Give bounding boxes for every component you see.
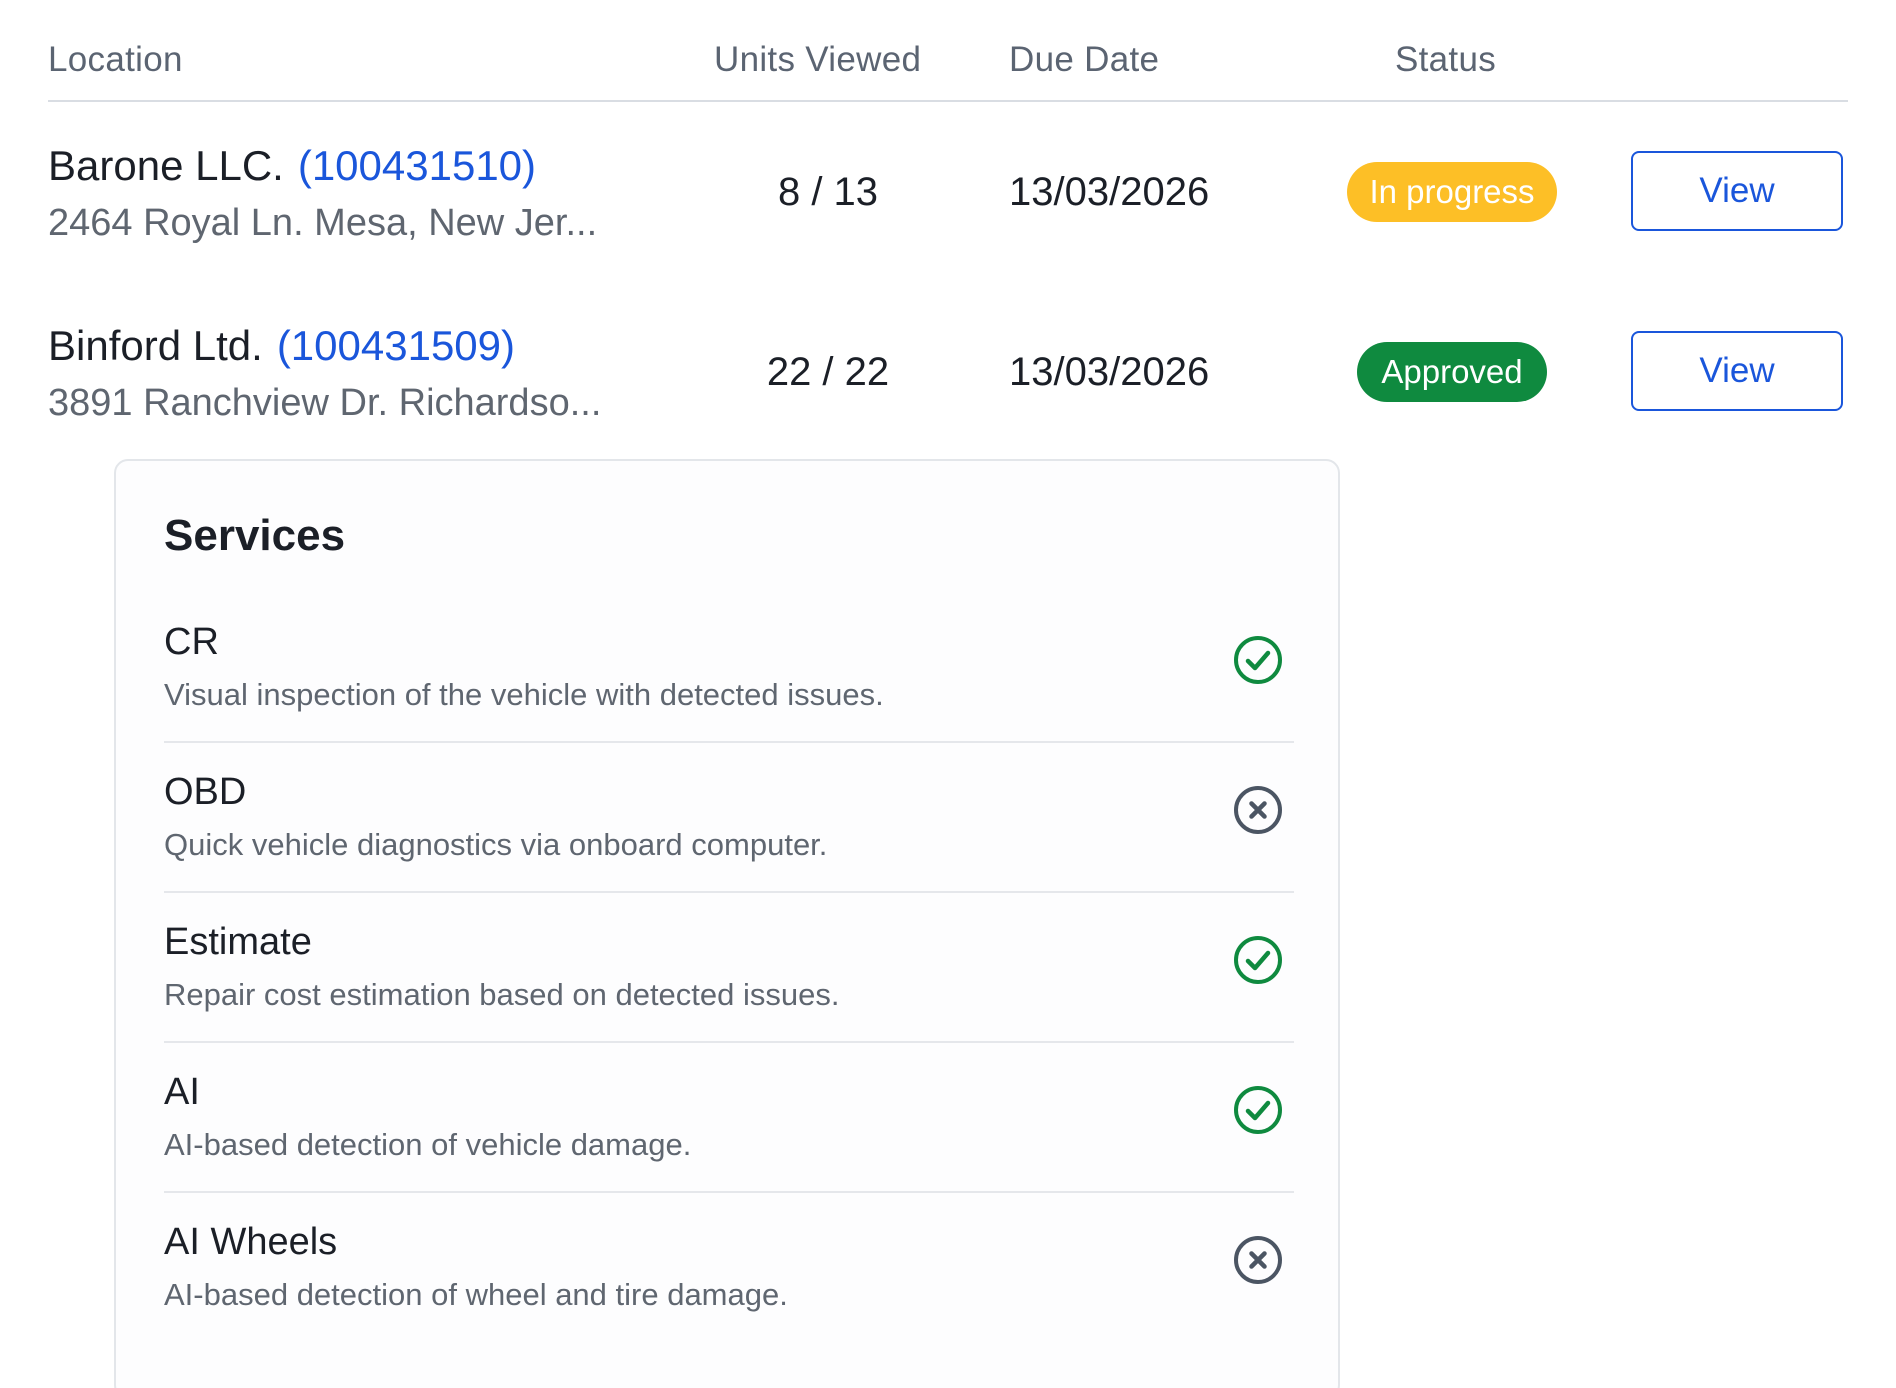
header-units-viewed: Units Viewed bbox=[714, 40, 922, 79]
x-circle-icon bbox=[1234, 786, 1282, 834]
location-title: Binford Ltd. bbox=[48, 322, 263, 369]
page: Location Units Viewed Due Date Status Ba… bbox=[0, 0, 1896, 1388]
location-name: Binford Ltd. (100431509) bbox=[48, 322, 515, 370]
header-status: Status bbox=[1395, 40, 1497, 79]
header-location: Location bbox=[48, 40, 183, 79]
location-address: 2464 Royal Ln. Mesa, New Jer... bbox=[48, 202, 598, 244]
service-item: CR Visual inspection of the vehicle with … bbox=[164, 591, 1294, 743]
service-name: AI Wheels bbox=[164, 1221, 338, 1263]
service-description: Repair cost estimation based on detected… bbox=[164, 977, 840, 1012]
x-circle-icon bbox=[1234, 1236, 1282, 1284]
service-description: AI-based detection of vehicle damage. bbox=[164, 1127, 692, 1162]
service-name: OBD bbox=[164, 771, 247, 813]
services-title: Services bbox=[164, 511, 346, 560]
check-circle-icon bbox=[1234, 936, 1282, 984]
view-button[interactable]: View bbox=[1631, 331, 1843, 411]
service-item: AI Wheels AI-based detection of wheel and… bbox=[164, 1191, 1294, 1341]
locations-table: Location Units Viewed Due Date Status Ba… bbox=[0, 0, 1896, 510]
status-badge: In progress bbox=[1347, 162, 1557, 222]
due-date: 13/03/2026 bbox=[1009, 350, 1210, 394]
service-name: Estimate bbox=[164, 921, 312, 963]
service-item: AI AI-based detection of vehicle damage. bbox=[164, 1041, 1294, 1193]
location-name: Barone LLC. (100431510) bbox=[48, 142, 536, 190]
location-title: Barone LLC. bbox=[48, 142, 284, 189]
service-name: AI bbox=[164, 1071, 200, 1113]
units-viewed: 8 / 13 bbox=[777, 170, 879, 214]
service-item: Estimate Repair cost estimation based on … bbox=[164, 891, 1294, 1043]
location-id-link[interactable]: (100431509) bbox=[277, 322, 515, 369]
check-circle-icon bbox=[1234, 636, 1282, 684]
units-viewed: 22 / 22 bbox=[766, 350, 890, 394]
service-description: Quick vehicle diagnostics via onboard co… bbox=[164, 827, 828, 862]
service-description: AI-based detection of wheel and tire dam… bbox=[164, 1277, 788, 1312]
services-popover: Services CR Visual inspection of the vehi… bbox=[114, 459, 1340, 1388]
check-circle-icon bbox=[1234, 1086, 1282, 1134]
service-name: CR bbox=[164, 621, 219, 663]
table-row: Barone LLC. (100431510) 2464 Royal Ln. Me… bbox=[48, 120, 1848, 280]
location-id-link[interactable]: (100431510) bbox=[298, 142, 536, 189]
location-address: 3891 Ranchview Dr. Richardso... bbox=[48, 382, 602, 424]
table-row: Binford Ltd. (100431509) 3891 Ranchview D… bbox=[48, 300, 1848, 460]
service-description: Visual inspection of the vehicle with de… bbox=[164, 677, 884, 712]
table-header: Location Units Viewed Due Date Status bbox=[48, 0, 1848, 102]
view-button[interactable]: View bbox=[1631, 151, 1843, 231]
service-item: OBD Quick vehicle diagnostics via onboard… bbox=[164, 741, 1294, 893]
header-due-date: Due Date bbox=[1009, 40, 1160, 79]
status-badge: Approved bbox=[1357, 342, 1547, 402]
due-date: 13/03/2026 bbox=[1009, 170, 1210, 214]
